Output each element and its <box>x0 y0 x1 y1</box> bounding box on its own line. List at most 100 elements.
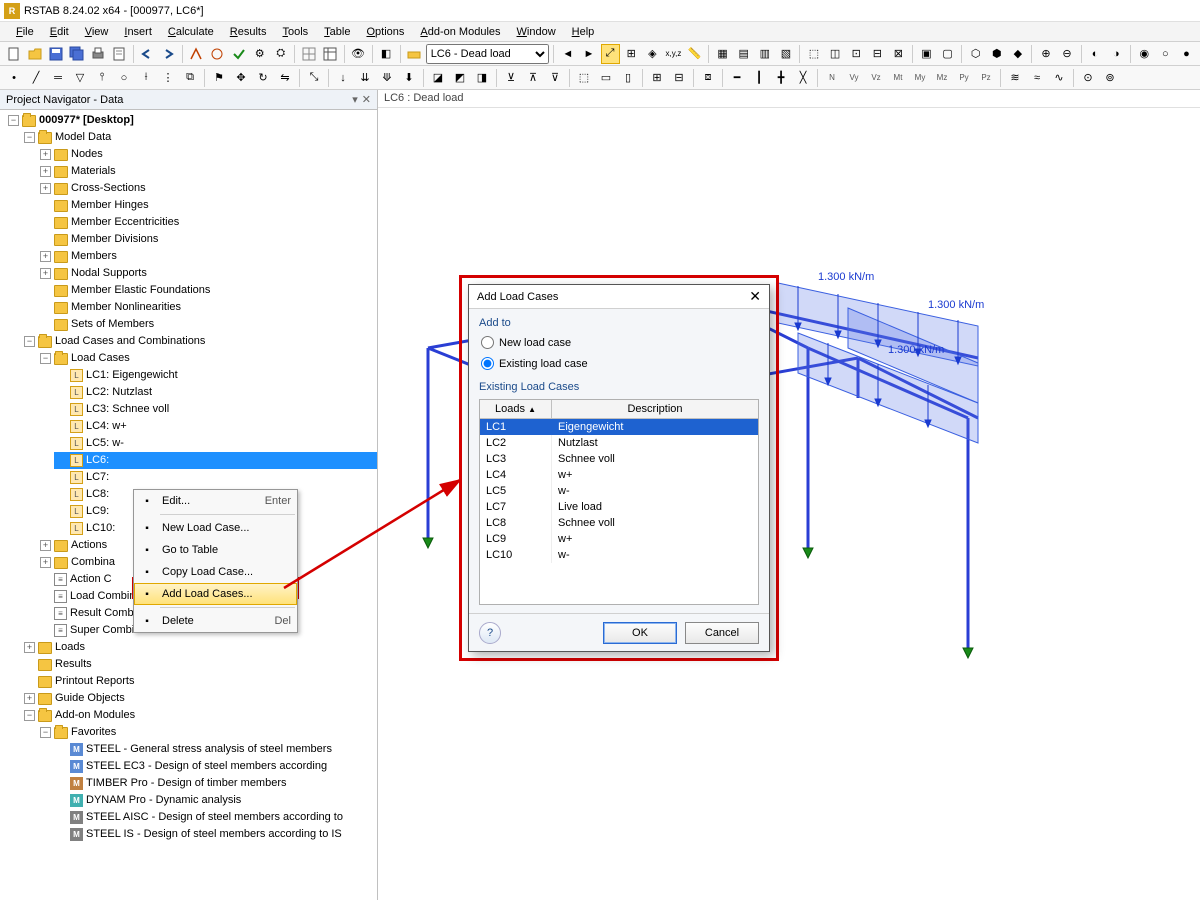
menu-results[interactable]: Results <box>222 24 275 40</box>
p4-icon[interactable]: ⬇ <box>399 68 419 88</box>
list-row[interactable]: LC8Schnee voll <box>480 515 758 531</box>
menu-tools[interactable]: Tools <box>274 24 316 40</box>
tree-addon-modules[interactable]: Add-on Modules <box>55 707 135 724</box>
save-all-icon[interactable] <box>67 44 86 64</box>
y1-icon[interactable]: ⊙ <box>1078 68 1098 88</box>
r3-icon[interactable]: ⊽ <box>545 68 565 88</box>
list-row[interactable]: LC3Schnee voll <box>480 451 758 467</box>
tree-item[interactable]: Nodes <box>71 146 103 163</box>
calc2-icon[interactable] <box>208 44 227 64</box>
expander-icon[interactable]: + <box>40 183 51 194</box>
tree-results[interactable]: Results <box>55 656 92 673</box>
rot-icon[interactable]: ↻ <box>253 68 273 88</box>
j3-icon[interactable]: ● <box>1177 44 1196 64</box>
expander-icon[interactable]: + <box>40 540 51 551</box>
tree-combinations[interactable]: Combina <box>71 554 115 571</box>
line-icon[interactable]: ╱ <box>26 68 46 88</box>
expander-icon[interactable]: + <box>24 642 35 653</box>
v1-icon[interactable]: ━ <box>727 68 747 88</box>
f2-icon[interactable]: ▢ <box>938 44 957 64</box>
q2-icon[interactable]: ◩ <box>450 68 470 88</box>
t2-icon[interactable]: ⊟ <box>669 68 689 88</box>
j1-icon[interactable]: ◉ <box>1135 44 1154 64</box>
tree-load-case[interactable]: LC4: w+ <box>86 418 127 435</box>
tree-module[interactable]: STEEL - General stress analysis of steel… <box>86 741 332 758</box>
j2-icon[interactable]: ○ <box>1156 44 1175 64</box>
menu-add-on-modules[interactable]: Add-on Modules <box>412 24 508 40</box>
g3-icon[interactable]: ◆ <box>1008 44 1027 64</box>
expander-icon[interactable]: − <box>24 710 35 721</box>
w-mt-icon[interactable]: Mt <box>888 68 908 88</box>
w-my-icon[interactable]: My <box>910 68 930 88</box>
w-vz-icon[interactable]: Vz <box>866 68 886 88</box>
tree-item[interactable]: Members <box>71 248 117 265</box>
expander-icon[interactable]: − <box>8 115 19 126</box>
sc-icon[interactable]: ⤡ <box>304 68 324 88</box>
tree-load-case[interactable]: LC9: <box>86 503 109 520</box>
flag-icon[interactable]: ⚑ <box>209 68 229 88</box>
p3-icon[interactable]: ⟱ <box>377 68 397 88</box>
move-icon[interactable]: ✥ <box>231 68 251 88</box>
s1-icon[interactable]: ⬚ <box>574 68 594 88</box>
tree-module[interactable]: DYNAM Pro - Dynamic analysis <box>86 792 241 809</box>
load-case-list[interactable]: Loads ▲ Description LC1EigengewichtLC2Nu… <box>479 399 759 605</box>
tree-printout[interactable]: Printout Reports <box>55 673 134 690</box>
tree-guide-objects[interactable]: Guide Objects <box>55 690 125 707</box>
list-row[interactable]: LC5w- <box>480 483 758 499</box>
tree-action-c[interactable]: Action C <box>70 571 112 588</box>
set-icon[interactable]: ⧉ <box>180 68 200 88</box>
u1-icon[interactable]: ⧈ <box>698 68 718 88</box>
ctx-new-load-case[interactable]: ▪New Load Case... <box>134 517 297 539</box>
save-icon[interactable] <box>46 44 65 64</box>
menu-insert[interactable]: Insert <box>116 24 160 40</box>
menu-options[interactable]: Options <box>358 24 412 40</box>
calc-icon[interactable] <box>187 44 206 64</box>
tree-load-case[interactable]: LC7: <box>86 469 109 486</box>
m3-icon[interactable]: ▥ <box>755 44 774 64</box>
table-icon[interactable] <box>320 44 339 64</box>
radio-new-load-case[interactable]: New load case <box>479 335 759 350</box>
tree-load-cases-combinations[interactable]: Load Cases and Combinations <box>55 333 205 350</box>
s2-icon[interactable]: ▭ <box>596 68 616 88</box>
tree-load-case[interactable]: LC2: Nutzlast <box>86 384 152 401</box>
menu-window[interactable]: Window <box>509 24 564 40</box>
report-icon[interactable] <box>110 44 129 64</box>
expander-icon[interactable]: − <box>40 353 51 364</box>
expander-icon[interactable]: − <box>24 336 35 347</box>
tree-module[interactable]: STEEL IS - Design of steel members accor… <box>86 826 342 843</box>
pin-icon[interactable]: ▾ <box>352 93 358 106</box>
tree-item[interactable]: Member Hinges <box>71 197 149 214</box>
tree-loads[interactable]: Loads <box>55 639 85 656</box>
div-icon[interactable]: ⋮ <box>158 68 178 88</box>
spr-icon[interactable]: ⫯ <box>92 68 112 88</box>
r2-icon[interactable]: ⊼ <box>523 68 543 88</box>
new-icon[interactable] <box>4 44 23 64</box>
q1-icon[interactable]: ◪ <box>428 68 448 88</box>
node-icon[interactable]: • <box>4 68 24 88</box>
x1-icon[interactable]: ≋ <box>1005 68 1025 88</box>
ruler-icon[interactable]: 📏 <box>685 44 704 64</box>
tree-module[interactable]: TIMBER Pro - Design of timber members <box>86 775 287 792</box>
ecc-icon[interactable]: ⟊ <box>136 68 156 88</box>
loadcase-combo[interactable]: LC6 - Dead load <box>426 44 550 64</box>
tree-item[interactable]: Sets of Members <box>71 316 154 333</box>
tree-root[interactable]: 000977* [Desktop] <box>39 112 134 129</box>
menu-view[interactable]: View <box>77 24 117 40</box>
tree-load-case[interactable]: LC5: w- <box>86 435 124 452</box>
i1-icon[interactable]: ◐ <box>1086 44 1105 64</box>
tree-actions[interactable]: Actions <box>71 537 107 554</box>
col-description[interactable]: Description <box>552 400 758 418</box>
f1-icon[interactable]: ▣ <box>917 44 936 64</box>
expander-icon[interactable]: + <box>40 251 51 262</box>
n1-icon[interactable]: ⬚ <box>804 44 823 64</box>
list-row[interactable]: LC7Live load <box>480 499 758 515</box>
g1-icon[interactable]: ⬡ <box>966 44 985 64</box>
col-loads[interactable]: Loads <box>495 403 525 415</box>
list-row[interactable]: LC10w- <box>480 547 758 563</box>
expander-icon[interactable]: − <box>40 727 51 738</box>
tree-load-case[interactable]: LC6: <box>86 452 109 469</box>
check-icon[interactable] <box>229 44 248 64</box>
expander-icon[interactable]: + <box>40 166 51 177</box>
list-row[interactable]: LC9w+ <box>480 531 758 547</box>
tree-item[interactable]: Cross-Sections <box>71 180 146 197</box>
